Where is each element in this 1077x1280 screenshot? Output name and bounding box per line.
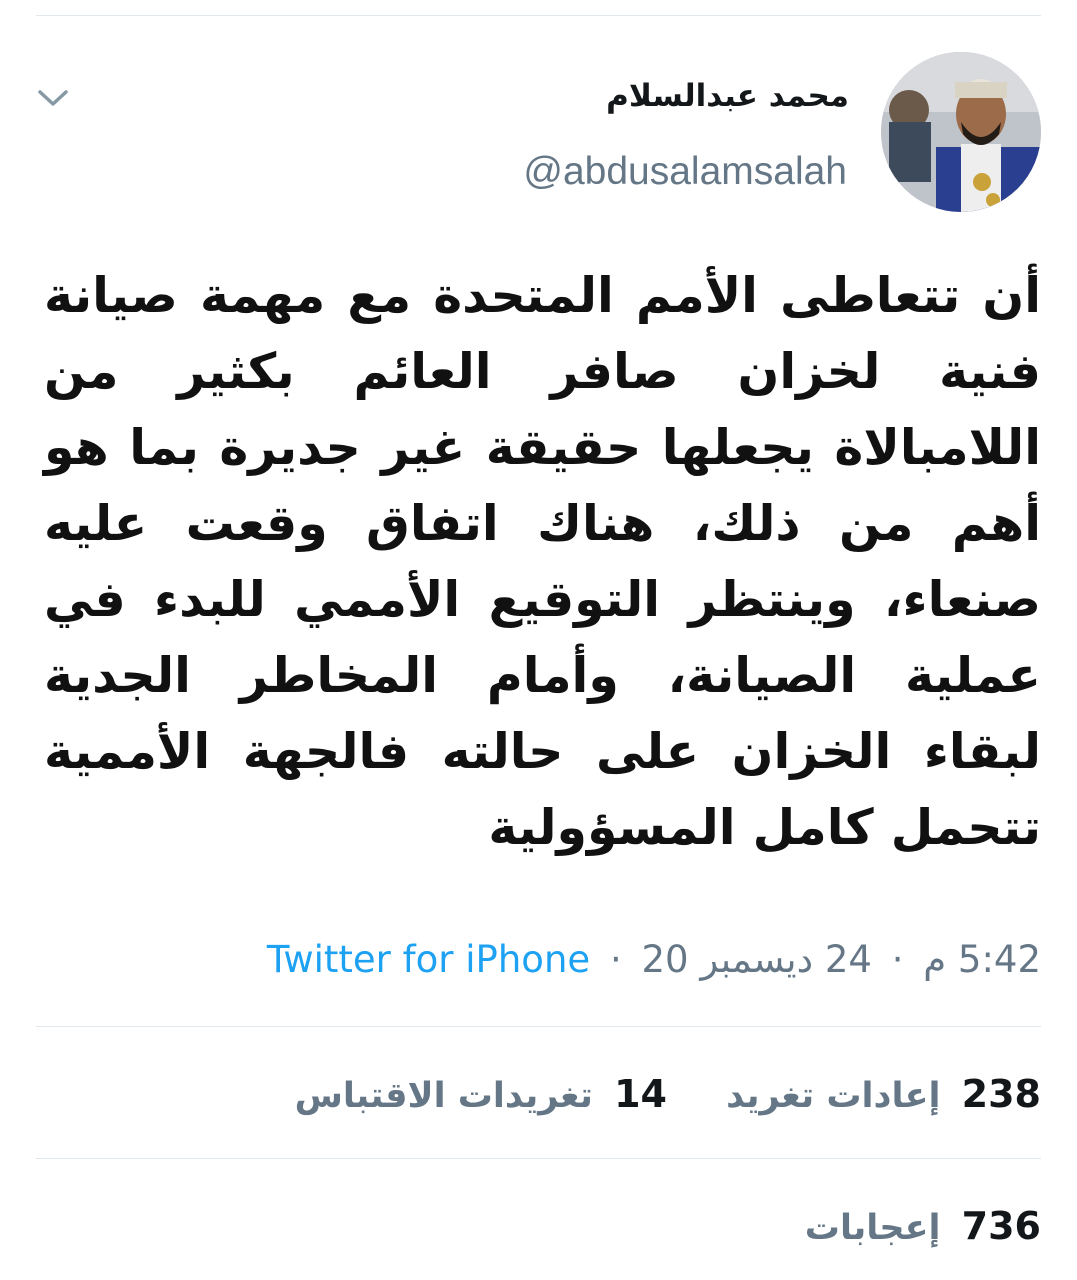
likes-count: 736	[961, 1204, 1041, 1248]
tweet-meta: 5:42 م · 24 ديسمبر 20 · Twitter for iPho…	[36, 938, 1041, 981]
divider	[36, 1158, 1041, 1159]
user-display-name[interactable]: محمد عبدالسلام	[606, 78, 849, 114]
likes-label: إعجابات	[804, 1208, 941, 1248]
meta-separator: ·	[891, 938, 904, 981]
retweets-stat[interactable]: 238 إعادات تغريد	[726, 1072, 1041, 1116]
retweets-count: 238	[961, 1072, 1041, 1116]
likes-stats-row: 736 إعجابات	[36, 1204, 1041, 1248]
retweet-stats-row: 238 إعادات تغريد 14 تغريدات الاقتباس	[36, 1072, 1041, 1116]
tweet-time[interactable]: 5:42 م	[923, 938, 1041, 981]
user-handle[interactable]: @abdusalamsalah	[523, 150, 847, 194]
retweets-label: إعادات تغريد	[726, 1076, 941, 1116]
top-divider	[36, 15, 1041, 16]
tweet-header: محمد عبدالسلام @abdusalamsalah	[36, 50, 1041, 220]
tweet-body: أن تتعاطى الأمم المتحدة مع مهمة صيانة فن…	[44, 267, 1041, 856]
likes-stat[interactable]: 736 إعجابات	[805, 1204, 1041, 1248]
tweet-date[interactable]: 24 ديسمبر 20	[641, 938, 871, 981]
quotes-label: تغريدات الاقتباس	[294, 1076, 593, 1116]
quotes-stat[interactable]: 14 تغريدات الاقتباس	[295, 1072, 667, 1116]
chevron-down-icon[interactable]	[36, 86, 70, 110]
divider	[36, 1026, 1041, 1027]
tweet-source-link[interactable]: Twitter for iPhone	[267, 938, 590, 981]
quotes-count: 14	[614, 1072, 667, 1116]
meta-separator: ·	[609, 938, 622, 981]
avatar[interactable]	[881, 52, 1041, 212]
